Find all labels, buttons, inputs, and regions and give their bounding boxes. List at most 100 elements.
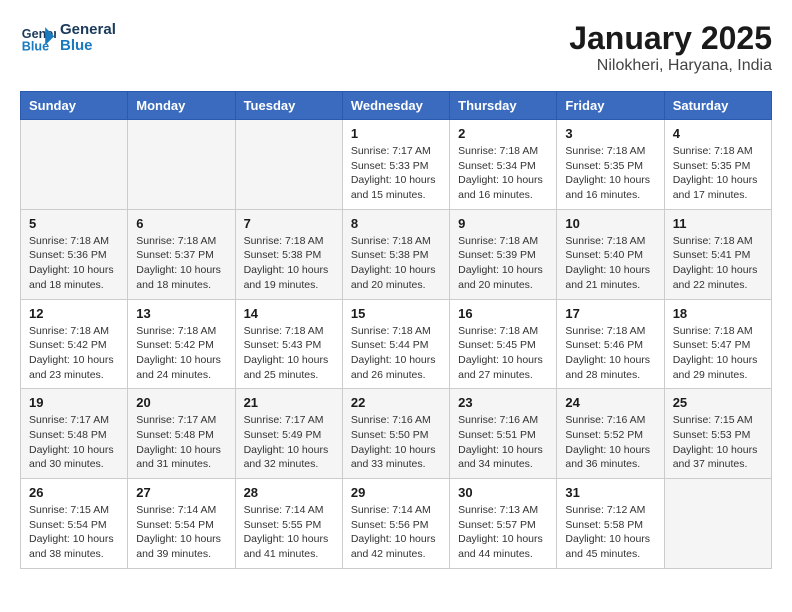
svg-text:Blue: Blue xyxy=(22,40,49,54)
calendar-cell: 11 Sunrise: 7:18 AMSunset: 5:41 PMDayligh… xyxy=(664,209,771,299)
day-info: Sunrise: 7:17 AMSunset: 5:48 PMDaylight:… xyxy=(29,413,119,472)
day-info: Sunrise: 7:18 AMSunset: 5:41 PMDaylight:… xyxy=(673,234,763,293)
calendar-cell: 23 Sunrise: 7:16 AMSunset: 5:51 PMDayligh… xyxy=(450,389,557,479)
calendar-cell: 9 Sunrise: 7:18 AMSunset: 5:39 PMDaylight… xyxy=(450,209,557,299)
day-info: Sunrise: 7:18 AMSunset: 5:35 PMDaylight:… xyxy=(565,144,655,203)
week-row-3: 12 Sunrise: 7:18 AMSunset: 5:42 PMDayligh… xyxy=(21,299,772,389)
calendar-title: January 2025 xyxy=(569,20,772,57)
day-info: Sunrise: 7:18 AMSunset: 5:44 PMDaylight:… xyxy=(351,324,441,383)
page-header: General Blue General Blue January 2025 N… xyxy=(20,20,772,75)
calendar-cell: 22Sunrise: 7:16 AMSunset: 5:50 PMDayligh… xyxy=(342,389,449,479)
calendar-cell: 30 Sunrise: 7:13 AMSunset: 5:57 PMDayligh… xyxy=(450,479,557,569)
day-info: Sunrise: 7:18 AMSunset: 5:47 PMDaylight:… xyxy=(673,324,763,383)
day-number: 1 xyxy=(351,126,441,141)
calendar-cell: 12 Sunrise: 7:18 AMSunset: 5:42 PMDayligh… xyxy=(21,299,128,389)
day-number: 20 xyxy=(136,395,226,410)
week-row-1: 1 Sunrise: 7:17 AMSunset: 5:33 PMDaylight… xyxy=(21,120,772,210)
calendar-table: SundayMondayTuesdayWednesdayThursdayFrid… xyxy=(20,91,772,569)
day-info: Sunrise: 7:18 AMSunset: 5:42 PMDaylight:… xyxy=(136,324,226,383)
logo: General Blue General Blue xyxy=(20,20,116,56)
day-number: 6 xyxy=(136,216,226,231)
day-number: 29 xyxy=(351,485,441,500)
day-number: 11 xyxy=(673,216,763,231)
calendar-cell: 19 Sunrise: 7:17 AMSunset: 5:48 PMDayligh… xyxy=(21,389,128,479)
day-info: Sunrise: 7:14 AMSunset: 5:56 PMDaylight:… xyxy=(351,503,441,562)
day-info: Sunrise: 7:17 AMSunset: 5:33 PMDaylight:… xyxy=(351,144,441,203)
day-info: Sunrise: 7:13 AMSunset: 5:57 PMDaylight:… xyxy=(458,503,548,562)
calendar-cell: 16 Sunrise: 7:18 AMSunset: 5:45 PMDayligh… xyxy=(450,299,557,389)
weekday-header-thursday: Thursday xyxy=(450,92,557,120)
week-row-4: 19 Sunrise: 7:17 AMSunset: 5:48 PMDayligh… xyxy=(21,389,772,479)
day-info: Sunrise: 7:18 AMSunset: 5:42 PMDaylight:… xyxy=(29,324,119,383)
day-number: 21 xyxy=(244,395,334,410)
day-number: 31 xyxy=(565,485,655,500)
day-info: Sunrise: 7:18 AMSunset: 5:40 PMDaylight:… xyxy=(565,234,655,293)
calendar-cell: 21 Sunrise: 7:17 AMSunset: 5:49 PMDayligh… xyxy=(235,389,342,479)
day-number: 18 xyxy=(673,306,763,321)
calendar-cell: 13 Sunrise: 7:18 AMSunset: 5:42 PMDayligh… xyxy=(128,299,235,389)
day-info: Sunrise: 7:17 AMSunset: 5:49 PMDaylight:… xyxy=(244,413,334,472)
week-row-5: 26Sunrise: 7:15 AMSunset: 5:54 PMDayligh… xyxy=(21,479,772,569)
weekday-header-sunday: Sunday xyxy=(21,92,128,120)
day-info: Sunrise: 7:16 AMSunset: 5:52 PMDaylight:… xyxy=(565,413,655,472)
day-info: Sunrise: 7:18 AMSunset: 5:34 PMDaylight:… xyxy=(458,144,548,203)
calendar-cell: 24 Sunrise: 7:16 AMSunset: 5:52 PMDayligh… xyxy=(557,389,664,479)
day-info: Sunrise: 7:12 AMSunset: 5:58 PMDaylight:… xyxy=(565,503,655,562)
day-info: Sunrise: 7:16 AMSunset: 5:51 PMDaylight:… xyxy=(458,413,548,472)
day-number: 19 xyxy=(29,395,119,410)
calendar-cell: 3Sunrise: 7:18 AMSunset: 5:35 PMDaylight… xyxy=(557,120,664,210)
day-info: Sunrise: 7:16 AMSunset: 5:50 PMDaylight:… xyxy=(351,413,441,472)
day-number: 24 xyxy=(565,395,655,410)
calendar-cell: 7Sunrise: 7:18 AMSunset: 5:38 PMDaylight… xyxy=(235,209,342,299)
day-info: Sunrise: 7:14 AMSunset: 5:55 PMDaylight:… xyxy=(244,503,334,562)
day-info: Sunrise: 7:18 AMSunset: 5:37 PMDaylight:… xyxy=(136,234,226,293)
calendar-cell: 15 Sunrise: 7:18 AMSunset: 5:44 PMDayligh… xyxy=(342,299,449,389)
calendar-cell: 5 Sunrise: 7:18 AMSunset: 5:36 PMDaylight… xyxy=(21,209,128,299)
day-number: 15 xyxy=(351,306,441,321)
weekday-header-tuesday: Tuesday xyxy=(235,92,342,120)
weekday-header-row: SundayMondayTuesdayWednesdayThursdayFrid… xyxy=(21,92,772,120)
day-number: 17 xyxy=(565,306,655,321)
day-number: 14 xyxy=(244,306,334,321)
calendar-cell: 20 Sunrise: 7:17 AMSunset: 5:48 PMDayligh… xyxy=(128,389,235,479)
calendar-cell: 26Sunrise: 7:15 AMSunset: 5:54 PMDayligh… xyxy=(21,479,128,569)
calendar-cell: 14 Sunrise: 7:18 AMSunset: 5:43 PMDayligh… xyxy=(235,299,342,389)
calendar-cell: 31 Sunrise: 7:12 AMSunset: 5:58 PMDayligh… xyxy=(557,479,664,569)
day-number: 30 xyxy=(458,485,548,500)
day-info: Sunrise: 7:18 AMSunset: 5:38 PMDaylight:… xyxy=(244,234,334,293)
title-block: January 2025 Nilokheri, Haryana, India xyxy=(569,20,772,75)
day-number: 23 xyxy=(458,395,548,410)
day-number: 4 xyxy=(673,126,763,141)
day-number: 5 xyxy=(29,216,119,231)
day-number: 13 xyxy=(136,306,226,321)
calendar-cell: 10Sunrise: 7:18 AMSunset: 5:40 PMDayligh… xyxy=(557,209,664,299)
calendar-cell: 2Sunrise: 7:18 AMSunset: 5:34 PMDaylight… xyxy=(450,120,557,210)
calendar-cell: 4 Sunrise: 7:18 AMSunset: 5:35 PMDaylight… xyxy=(664,120,771,210)
weekday-header-saturday: Saturday xyxy=(664,92,771,120)
day-info: Sunrise: 7:18 AMSunset: 5:39 PMDaylight:… xyxy=(458,234,548,293)
day-number: 28 xyxy=(244,485,334,500)
logo-icon: General Blue xyxy=(20,20,56,56)
day-number: 9 xyxy=(458,216,548,231)
day-info: Sunrise: 7:18 AMSunset: 5:35 PMDaylight:… xyxy=(673,144,763,203)
day-number: 25 xyxy=(673,395,763,410)
calendar-cell: 25 Sunrise: 7:15 AMSunset: 5:53 PMDayligh… xyxy=(664,389,771,479)
day-info: Sunrise: 7:15 AMSunset: 5:53 PMDaylight:… xyxy=(673,413,763,472)
day-info: Sunrise: 7:18 AMSunset: 5:45 PMDaylight:… xyxy=(458,324,548,383)
day-info: Sunrise: 7:18 AMSunset: 5:36 PMDaylight:… xyxy=(29,234,119,293)
week-row-2: 5 Sunrise: 7:18 AMSunset: 5:36 PMDaylight… xyxy=(21,209,772,299)
day-number: 16 xyxy=(458,306,548,321)
day-info: Sunrise: 7:18 AMSunset: 5:46 PMDaylight:… xyxy=(565,324,655,383)
day-number: 12 xyxy=(29,306,119,321)
calendar-cell: 27Sunrise: 7:14 AMSunset: 5:54 PMDayligh… xyxy=(128,479,235,569)
calendar-cell: 8Sunrise: 7:18 AMSunset: 5:38 PMDaylight… xyxy=(342,209,449,299)
weekday-header-friday: Friday xyxy=(557,92,664,120)
day-number: 8 xyxy=(351,216,441,231)
day-info: Sunrise: 7:18 AMSunset: 5:43 PMDaylight:… xyxy=(244,324,334,383)
calendar-cell: 17 Sunrise: 7:18 AMSunset: 5:46 PMDayligh… xyxy=(557,299,664,389)
calendar-cell: 18 Sunrise: 7:18 AMSunset: 5:47 PMDayligh… xyxy=(664,299,771,389)
day-info: Sunrise: 7:15 AMSunset: 5:54 PMDaylight:… xyxy=(29,503,119,562)
day-info: Sunrise: 7:17 AMSunset: 5:48 PMDaylight:… xyxy=(136,413,226,472)
day-info: Sunrise: 7:14 AMSunset: 5:54 PMDaylight:… xyxy=(136,503,226,562)
calendar-cell: 1 Sunrise: 7:17 AMSunset: 5:33 PMDaylight… xyxy=(342,120,449,210)
